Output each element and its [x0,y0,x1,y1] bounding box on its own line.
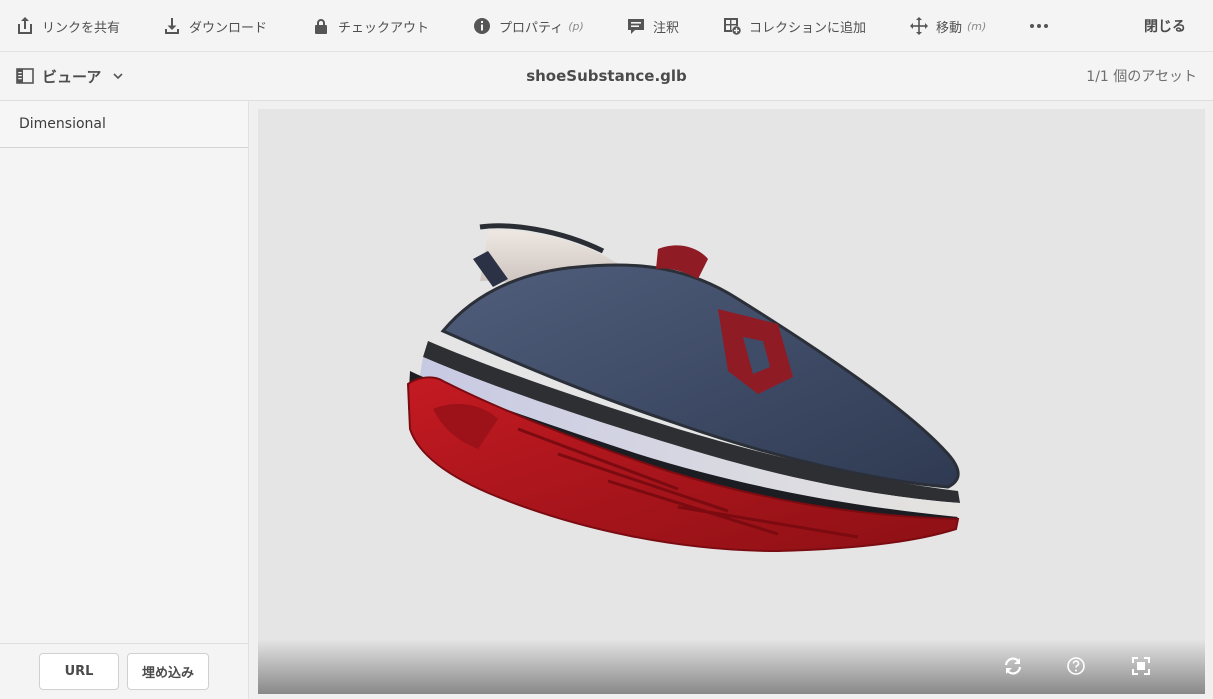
share-icon [18,17,32,34]
annotate-button[interactable]: 注釈 [627,0,679,52]
close-button[interactable]: 閉じる [1144,0,1186,52]
refresh-icon [1004,657,1022,675]
url-button[interactable]: URL [39,653,119,690]
move-shortcut: (m) [967,19,987,33]
properties-shortcut: (p) [568,19,584,33]
viewer-label: ビューア [42,67,102,86]
add-to-collection-button[interactable]: コレクションに追加 [723,0,866,52]
viewer-controls [258,639,1205,694]
more-actions-button[interactable] [1030,0,1048,52]
download-button[interactable]: ダウンロード [163,0,267,52]
checkout-label: チェックアウト [338,20,430,36]
rail-item-dimensional[interactable]: Dimensional [0,101,248,148]
action-bar: リンクを共有 ダウンロード チェックアウト プロパティ (p) 注釈 コレクショ… [0,0,1213,52]
chevron-down-icon [113,73,123,80]
share-link-button[interactable]: リンクを共有 [16,0,120,52]
add-to-collection-label: コレクションに追加 [749,20,867,36]
help-icon [1067,657,1085,675]
fullscreen-button[interactable] [1130,655,1152,677]
more-icon [1030,24,1048,28]
move-label: 移動 [936,20,963,36]
left-rail: Dimensional URL 埋め込み [0,101,249,699]
properties-label: プロパティ [499,20,564,36]
add-collection-icon [724,18,741,35]
share-link-label: リンクを共有 [42,20,121,36]
checkout-button[interactable]: チェックアウト [312,0,429,52]
rail-icon [16,68,34,84]
lock-icon [315,19,327,34]
move-icon [910,17,928,35]
fullscreen-icon [1132,657,1150,675]
dimensional-viewer[interactable] [258,109,1205,694]
page-title: shoeSubstance.glb [526,67,687,85]
download-label: ダウンロード [189,20,268,36]
reset-view-button[interactable] [1002,655,1024,677]
embed-button[interactable]: 埋め込み [127,653,209,690]
asset-count: 1/1 個のアセット [1086,69,1197,85]
info-icon [474,18,490,34]
viewer-rail-toggle[interactable]: ビューア [16,52,123,100]
properties-button[interactable]: プロパティ (p) [473,0,584,52]
comment-icon [628,19,644,34]
move-button[interactable]: 移動 (m) [910,0,986,52]
annotate-label: 注釈 [653,20,680,36]
shoe-model[interactable] [258,109,1205,694]
help-button[interactable] [1065,655,1087,677]
rail-item-label: Dimensional [19,116,106,132]
download-icon [165,18,179,34]
header-bar: ビューア shoeSubstance.glb 1/1 個のアセット [0,52,1213,101]
rail-footer: URL 埋め込み [0,643,248,699]
